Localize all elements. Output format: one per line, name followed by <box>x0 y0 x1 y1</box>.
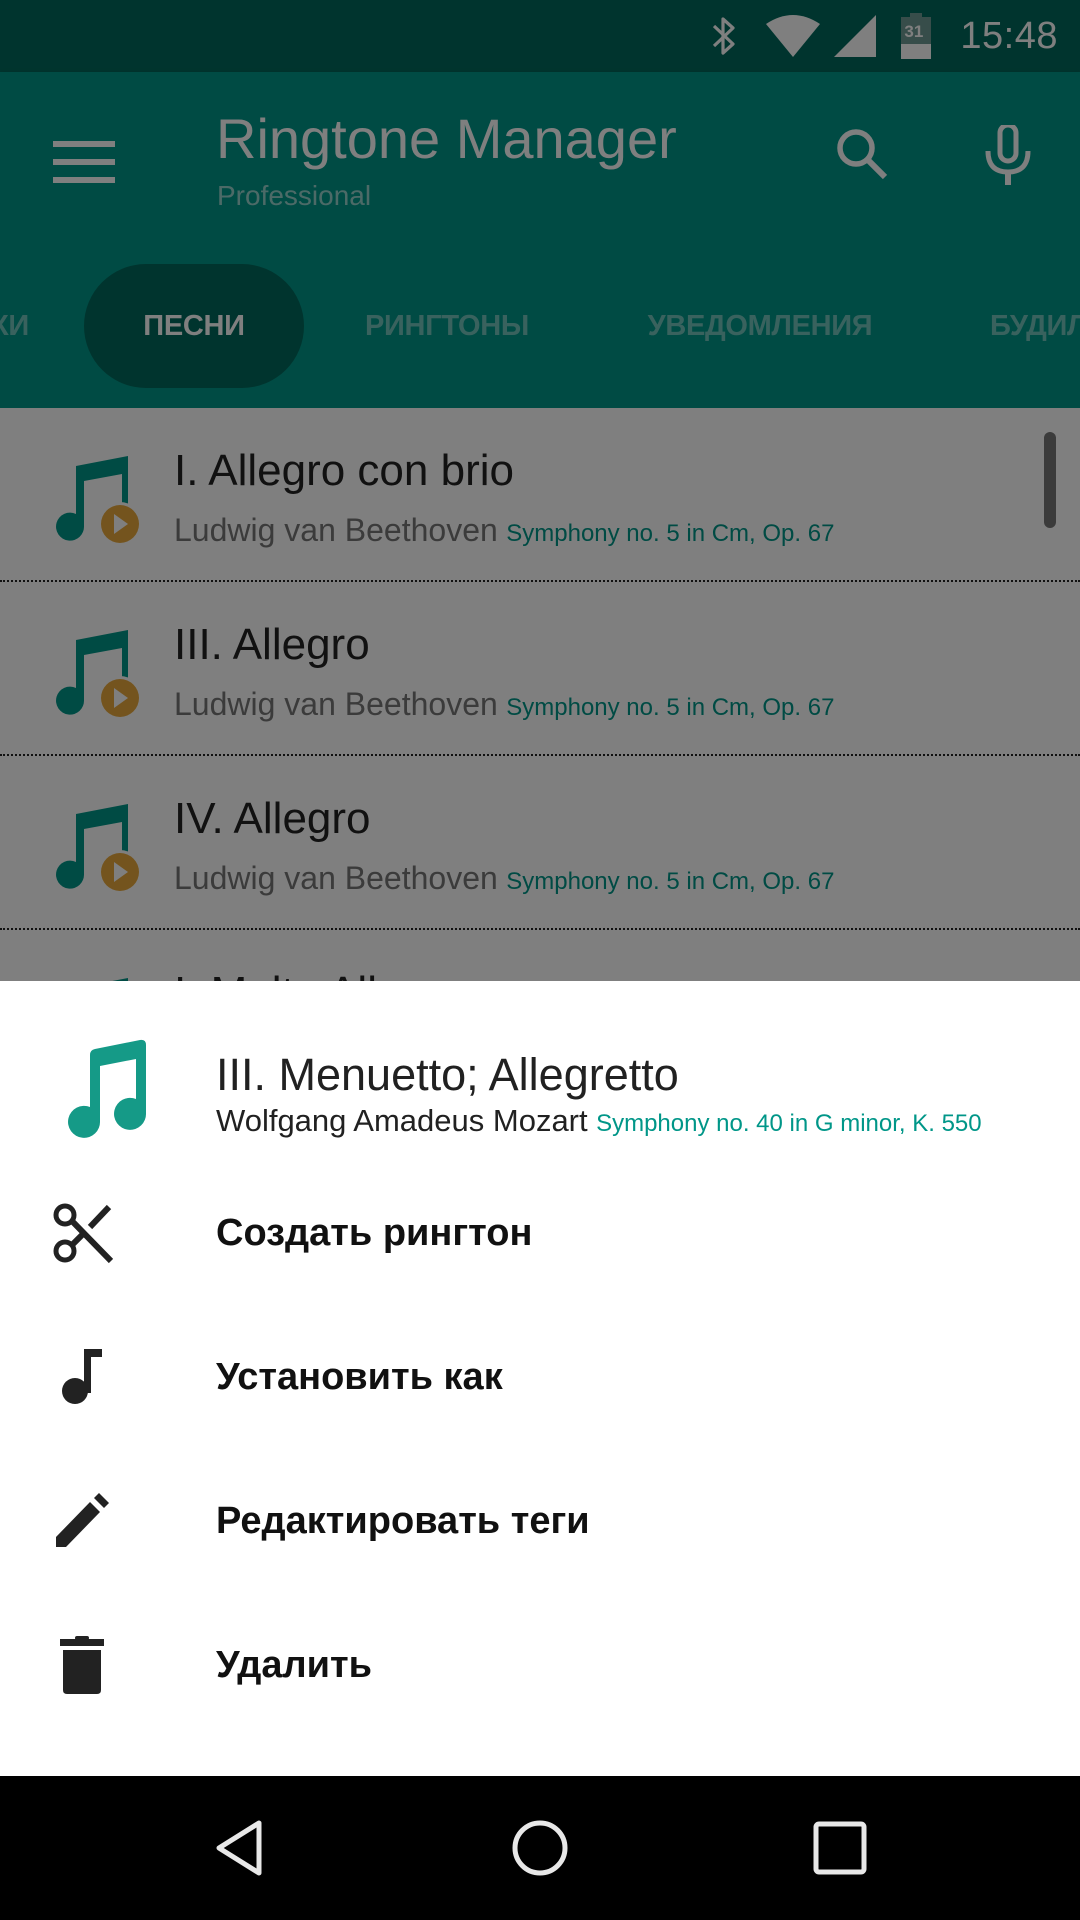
action-label: Создать рингтон <box>216 1211 533 1254</box>
modal-scrim[interactable] <box>0 0 1080 981</box>
trash-icon <box>46 1629 118 1701</box>
recents-button[interactable] <box>790 1798 890 1898</box>
back-icon <box>216 1820 262 1876</box>
song-actions-sheet: III. Menuetto; Allegretto Wolfgang Amade… <box>0 981 1080 1776</box>
music-note-icon <box>46 1341 118 1413</box>
edit-tags-action[interactable]: Редактировать теги <box>0 1449 1080 1593</box>
system-nav-bar <box>0 1776 1080 1920</box>
action-label: Удалить <box>216 1643 372 1686</box>
back-button[interactable] <box>190 1798 290 1898</box>
home-button[interactable] <box>490 1798 590 1898</box>
sheet-song-title: III. Menuetto; Allegretto <box>216 1049 679 1100</box>
sheet-song-artist: Wolfgang Amadeus Mozart <box>216 1103 588 1138</box>
home-icon <box>512 1820 568 1876</box>
delete-action[interactable]: Удалить <box>0 1593 1080 1737</box>
sheet-header: III. Menuetto; Allegretto Wolfgang Amade… <box>0 981 1080 1161</box>
create-ringtone-action[interactable]: Создать рингтон <box>0 1161 1080 1305</box>
set-as-action[interactable]: Установить как <box>0 1305 1080 1449</box>
scissors-icon <box>46 1197 118 1269</box>
sheet-song-album: Symphony no. 40 in G minor, K. 550 <box>596 1110 982 1137</box>
music-note-icon <box>68 1039 147 1138</box>
pencil-icon <box>46 1485 118 1557</box>
recents-icon <box>813 1821 867 1875</box>
action-label: Редактировать теги <box>216 1499 590 1542</box>
action-label: Установить как <box>216 1355 503 1398</box>
